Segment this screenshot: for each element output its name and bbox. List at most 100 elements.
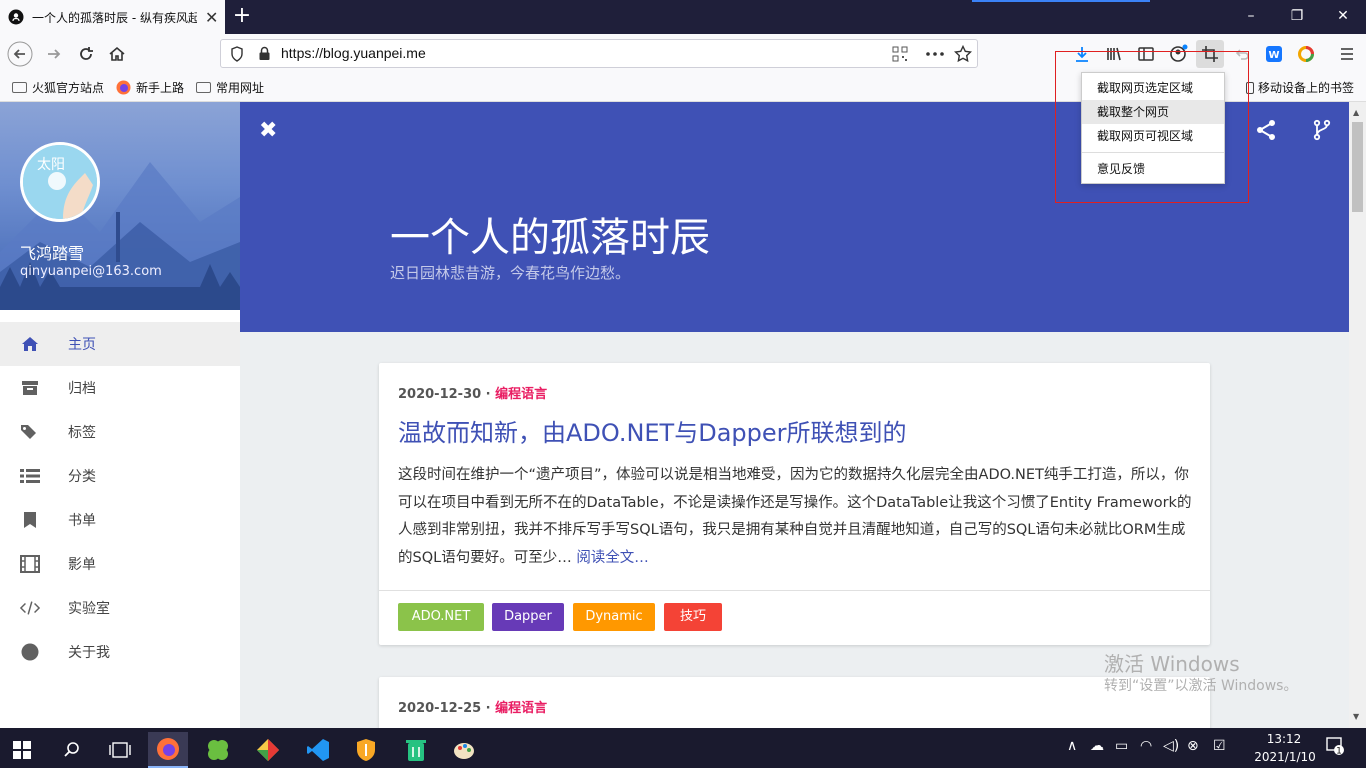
sidebar-item-books[interactable]: 书单 xyxy=(0,498,240,542)
wifi-icon[interactable]: ◠ xyxy=(1140,738,1152,754)
scroll-thumb[interactable] xyxy=(1352,122,1363,212)
close-window-button[interactable]: ✕ xyxy=(1320,0,1366,34)
sidebar-item-archive[interactable]: 归档 xyxy=(0,366,240,410)
author-name: 飞鸿踏雪 xyxy=(20,244,85,263)
lock-icon[interactable] xyxy=(258,46,271,61)
share-icon[interactable] xyxy=(1254,118,1278,142)
taskbar-firefox[interactable] xyxy=(148,732,188,768)
qr-code-icon[interactable] xyxy=(892,46,908,62)
github-icon xyxy=(8,9,24,25)
post-date: 2020-12-25 xyxy=(398,701,482,716)
highlight-box xyxy=(1055,51,1249,203)
post-category[interactable]: 编程语言 xyxy=(495,387,547,402)
firefox-icon xyxy=(116,80,131,95)
post-tag[interactable]: Dynamic xyxy=(573,603,655,631)
sidebar-item-label: 标签 xyxy=(68,425,96,441)
battery-icon[interactable]: ▭ xyxy=(1115,738,1128,754)
notification-icon[interactable]: 1 xyxy=(1325,736,1345,760)
post-tag[interactable]: ADO.NET xyxy=(398,603,484,631)
sidebar-item-lab[interactable]: 实验室 xyxy=(0,586,240,630)
taskbar-shield-app[interactable] xyxy=(346,732,386,768)
palette-icon xyxy=(454,743,474,759)
loading-strip xyxy=(972,0,1150,2)
post-title[interactable]: 温故而知新，由ADO.NET与Dapper所联想到的 xyxy=(398,413,907,448)
firefox-icon xyxy=(157,738,179,760)
clock-date[interactable]: 2021/1/10 xyxy=(1250,750,1320,764)
sidebar-item-categories[interactable]: 分类 xyxy=(0,454,240,498)
page-actions-icon[interactable] xyxy=(926,52,944,56)
bookmark-label: 常用网址 xyxy=(216,81,265,95)
tab-title: 一个人的孤落时辰 - 纵有疾风起 xyxy=(32,10,197,25)
url-bar[interactable]: https://blog.yuanpei.me xyxy=(220,39,978,68)
sidebar-item-tags[interactable]: 标签 xyxy=(0,410,240,454)
post-tag[interactable]: Dapper xyxy=(492,603,564,631)
scroll-up-icon[interactable]: ▲ xyxy=(1353,108,1359,117)
film-icon xyxy=(20,554,40,574)
code-icon xyxy=(20,598,40,618)
search-icon[interactable] xyxy=(52,732,92,768)
sidebar-item-home[interactable]: 主页 xyxy=(0,322,240,366)
clock-time[interactable]: 13:12 xyxy=(1254,732,1314,746)
home-icon xyxy=(20,334,40,354)
back-icon[interactable] xyxy=(6,40,34,68)
new-tab-icon[interactable]: + xyxy=(232,4,252,28)
post-card: 2020-12-25 · 编程语言 xyxy=(379,677,1210,728)
reload-icon[interactable] xyxy=(72,40,100,68)
star-icon[interactable] xyxy=(954,45,972,63)
sidebar-item-movies[interactable]: 影单 xyxy=(0,542,240,586)
read-more-link[interactable]: 阅读全文… xyxy=(576,550,649,566)
minimize-button[interactable]: – xyxy=(1228,0,1274,34)
windows-icon xyxy=(13,741,31,759)
post-card: 2020-12-30 · 编程语言 温故而知新，由ADO.NET与Dapper所… xyxy=(379,363,1210,645)
blog-sidebar: 太阳 飞鸿踏雪 qinyuanpei@163.com 主页 归档 标签 分类 书… xyxy=(0,102,240,728)
taskbar-clover-app[interactable] xyxy=(198,732,238,768)
url-text[interactable]: https://blog.yuanpei.me xyxy=(281,45,426,61)
svg-text:W: W xyxy=(1268,50,1279,61)
bookmark-label: 新手上路 xyxy=(136,81,185,95)
page-scrollbar[interactable]: ▲ ▼ xyxy=(1349,102,1366,728)
taskbar-paint-app[interactable] xyxy=(444,732,484,768)
wps-icon[interactable]: W xyxy=(1260,40,1288,68)
bookmark-item[interactable]: 常用网址 xyxy=(196,79,264,96)
mute-badge-icon[interactable]: ⊗ xyxy=(1187,738,1199,754)
close-icon[interactable]: ✖ xyxy=(259,118,277,143)
volume-icon[interactable]: ◁) xyxy=(1163,738,1179,754)
bookmark-item[interactable]: 新手上路 xyxy=(116,79,184,96)
post-excerpt-text: 这段时间在维护一个“遗产项目”，体验可以说是相当地难受，因为它的数据持久化层完全… xyxy=(398,467,1192,566)
sidebar-item-about[interactable]: 关于我 xyxy=(0,630,240,674)
forward-icon[interactable] xyxy=(40,40,68,68)
trash-icon xyxy=(406,740,426,761)
bookmark-icon xyxy=(20,510,40,530)
cloud-icon[interactable]: ☁ xyxy=(1090,738,1104,754)
maximize-button[interactable]: ❐ xyxy=(1274,0,1320,34)
home-button-icon[interactable] xyxy=(103,40,131,68)
extension-ring-icon[interactable] xyxy=(1292,40,1320,68)
checkbox-tray-icon[interactable]: ☑ xyxy=(1213,738,1226,754)
clover-icon xyxy=(208,740,228,760)
post-category[interactable]: 编程语言 xyxy=(495,701,547,716)
activation-watermark-text: 转到“设置”以激活 Windows。 xyxy=(1104,678,1298,694)
folder-icon xyxy=(12,82,27,93)
mobile-bookmarks[interactable]: 移动设备上的书签 xyxy=(1246,79,1354,96)
tray-expand-icon[interactable]: ∧ xyxy=(1067,738,1077,754)
vscode-icon xyxy=(307,739,329,761)
post-date: 2020-12-30 xyxy=(398,387,482,402)
tab-close-icon[interactable]: ✕ xyxy=(205,8,218,27)
menu-icon[interactable] xyxy=(1333,40,1361,68)
task-view-icon[interactable] xyxy=(100,732,140,768)
author-email: qinyuanpei@163.com xyxy=(20,264,162,279)
start-button[interactable] xyxy=(2,732,42,768)
browser-tab[interactable]: 一个人的孤落时辰 - 纵有疾风起 ✕ xyxy=(0,0,225,34)
fork-icon[interactable] xyxy=(1310,118,1334,142)
avatar[interactable]: 太阳 xyxy=(20,142,100,222)
scroll-down-icon[interactable]: ▼ xyxy=(1353,712,1359,721)
taskbar-git-app[interactable] xyxy=(248,732,288,768)
taskbar-recycle-app[interactable] xyxy=(396,732,436,768)
folder-icon xyxy=(196,82,211,93)
sidebar-item-label: 主页 xyxy=(68,337,96,353)
taskbar-vscode[interactable] xyxy=(298,732,338,768)
tracking-shield-icon[interactable] xyxy=(230,46,244,62)
bookmark-item[interactable]: 火狐官方站点 xyxy=(12,79,104,96)
post-tag[interactable]: 技巧 xyxy=(664,603,722,631)
bookmark-label: 火狐官方站点 xyxy=(32,81,105,95)
